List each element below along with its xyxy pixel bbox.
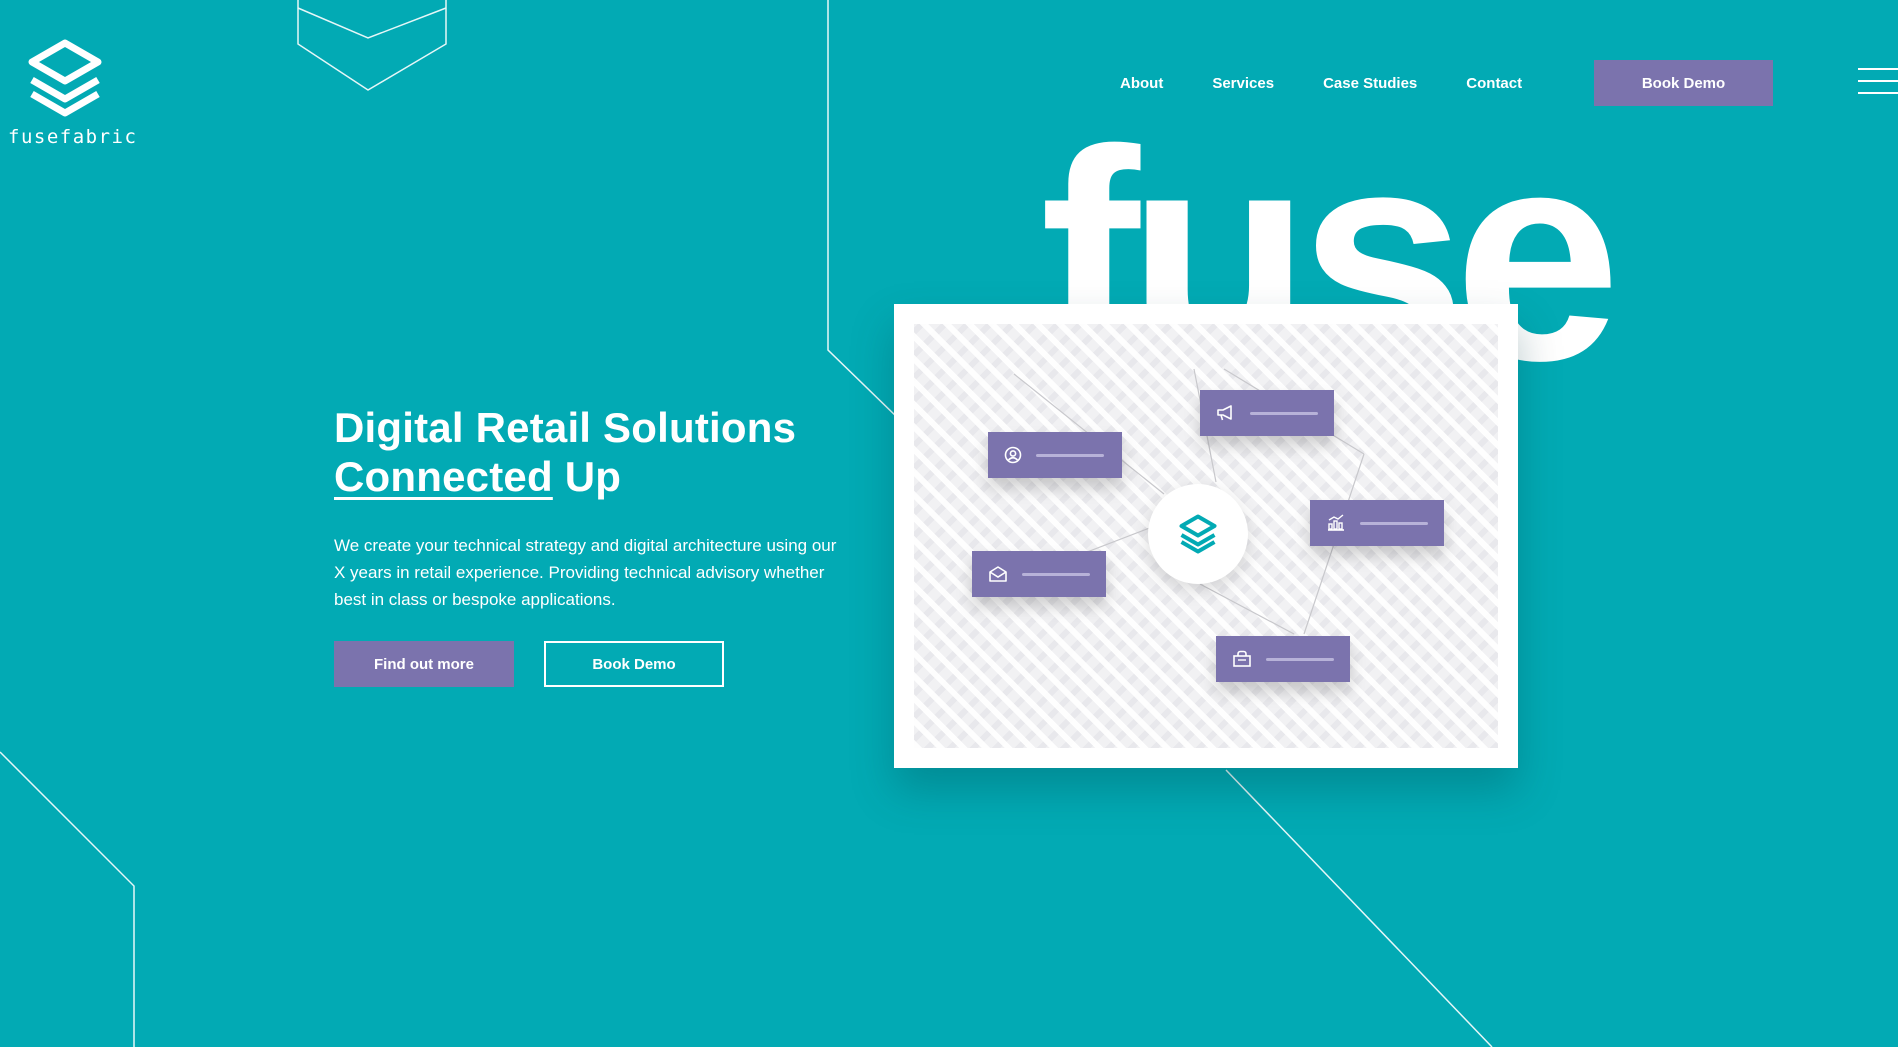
brand-logo[interactable]: fusefabric [8, 38, 138, 148]
brand-name: fusefabric [8, 126, 138, 148]
chart-icon [1328, 514, 1344, 531]
megaphone-icon [1217, 405, 1232, 421]
hero-title-line1: Digital Retail Solutions [334, 404, 797, 451]
find-out-more-button[interactable]: Find out more [334, 641, 514, 687]
node-shopping-bag [1216, 636, 1350, 682]
illustration-card [894, 304, 1518, 768]
fusefabric-logo-icon [1179, 514, 1217, 554]
fusefabric-logo-icon [28, 39, 102, 117]
node-placeholder-bar [1250, 411, 1318, 415]
center-logo-badge [1148, 484, 1248, 584]
mail-icon [989, 566, 1007, 582]
node-placeholder-bar [1360, 521, 1428, 525]
shopping-bag-icon [1233, 650, 1251, 667]
node-mail [972, 551, 1106, 597]
hero-description: We create your technical strategy and di… [334, 536, 837, 609]
node-placeholder-bar [1022, 572, 1090, 576]
node-placeholder-bar [1036, 453, 1104, 457]
hero-book-demo-button[interactable]: Book Demo [544, 641, 724, 687]
hero-title-rest: Up [552, 453, 622, 500]
user-icon [1004, 446, 1022, 464]
node-chart [1310, 500, 1444, 546]
hero-buttons: Find out more Book Demo [334, 641, 724, 687]
node-user [988, 432, 1122, 478]
nav-book-demo-button[interactable]: Book Demo [1594, 60, 1773, 106]
hero-section: Digital Retail Solutions Connected Up We… [334, 403, 854, 613]
node-placeholder-bar [1266, 657, 1334, 661]
hamburger-menu-icon[interactable] [1858, 68, 1898, 94]
node-megaphone [1200, 390, 1334, 436]
hero-title: Digital Retail Solutions Connected Up [334, 403, 854, 501]
hero-title-underlined: Connected [334, 453, 553, 500]
